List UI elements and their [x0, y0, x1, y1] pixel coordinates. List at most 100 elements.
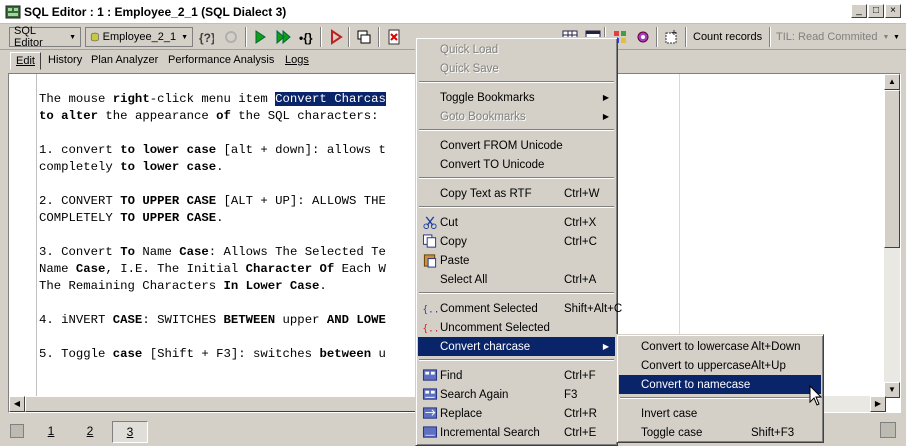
menu-item-uncomment-selected[interactable]: {..}Uncomment Selected: [418, 318, 615, 337]
code-token: right: [112, 92, 150, 106]
tab-label: Performance Analysis: [168, 54, 275, 66]
menu-item-convert-charcase[interactable]: Convert charcase ▶: [418, 337, 615, 356]
menu-item-label: Quick Save: [440, 62, 499, 75]
menu-item-shortcut: Alt+Up: [751, 359, 786, 372]
help-query-button[interactable]: {?}: [198, 27, 214, 47]
vertical-scroll-thumb[interactable]: [884, 90, 900, 248]
database-dropdown[interactable]: Employee_2_1 ▼: [85, 27, 193, 47]
menu-item-invert-case[interactable]: Invert case: [619, 404, 821, 423]
menu-item-label: Convert to lowercase: [641, 340, 750, 353]
menu-item-convert-to-lowercase[interactable]: Convert to lowercase Alt+Down: [619, 337, 821, 356]
tab-plan-analyzer[interactable]: Plan Analyzer: [86, 52, 163, 70]
settings-button[interactable]: [635, 27, 651, 47]
code-token: of: [216, 109, 231, 123]
code-token: : SWITCHES: [142, 313, 224, 327]
count-records-button[interactable]: Count records: [693, 27, 762, 47]
code-token: -click menu item: [149, 92, 276, 106]
menu-item-convert-to-namecase[interactable]: Convert to namecase: [619, 375, 821, 394]
menu-item-convert-from-unicode[interactable]: Convert FROM Unicode: [418, 136, 615, 155]
comment-icon: {..}: [423, 304, 439, 315]
toolbar-separator: [348, 27, 350, 47]
menu-item-toggle-case[interactable]: Toggle case Shift+F3: [619, 423, 821, 442]
menu-separator: [419, 81, 614, 83]
menu-item-label: Copy Text as RTF: [440, 187, 532, 200]
tab-history[interactable]: History: [43, 52, 87, 70]
help-query-icon: {?}: [199, 31, 214, 45]
convert-charcase-submenu: Convert to lowercase Alt+Down Convert to u…: [616, 334, 824, 443]
menu-item-copy[interactable]: Copy Ctrl+C: [418, 232, 615, 251]
page-tab-1[interactable]: 1: [33, 421, 69, 443]
scroll-down-button[interactable]: ▼: [884, 382, 900, 398]
tab-edit[interactable]: Edit: [10, 52, 41, 70]
menu-item-search-again[interactable]: Search Again F3: [418, 385, 615, 404]
page-tab-3[interactable]: 3: [112, 421, 148, 443]
menu-item-paste[interactable]: Paste: [418, 251, 615, 270]
til-dropdown[interactable]: TIL: Read Commited ▼: [776, 27, 889, 47]
code-token: case: [112, 347, 143, 361]
format-code-button[interactable]: •{}: [298, 27, 314, 47]
scroll-up-button[interactable]: ▲: [884, 74, 900, 90]
menu-separator: [419, 292, 614, 294]
menu-item-label: Search Again: [440, 388, 509, 401]
menu-item-select-all[interactable]: Select All Ctrl+A: [418, 270, 615, 289]
close-page-icon[interactable]: [880, 422, 896, 438]
maximize-button[interactable]: □: [868, 4, 884, 18]
menu-item-label: Toggle case: [641, 426, 703, 439]
chevron-down-icon: ▼: [893, 33, 900, 41]
incremental-search-icon: [422, 426, 438, 438]
document-close-button[interactable]: [386, 27, 402, 47]
vertical-scrollbar[interactable]: ▲ ▼: [884, 74, 900, 398]
menu-item-label: Copy: [440, 235, 467, 248]
code-token: upper: [275, 313, 327, 327]
toolbar-overflow-button[interactable]: ▼: [893, 27, 900, 47]
stop-button[interactable]: [328, 27, 344, 47]
toolbar-separator: [245, 27, 247, 47]
code-token: to lower case: [120, 143, 217, 157]
til-label: TIL: Read Commited: [776, 31, 878, 43]
minimize-button[interactable]: _: [851, 4, 867, 18]
menu-item-quick-load[interactable]: Quick Load: [418, 40, 615, 59]
menu-item-label: Convert to namecase: [641, 378, 751, 391]
close-button[interactable]: ×: [885, 4, 901, 18]
execute-script-button[interactable]: [275, 27, 291, 47]
chevron-down-icon: ▼: [69, 33, 76, 41]
menu-item-shortcut: Shift+Alt+C: [564, 302, 623, 315]
menu-item-find[interactable]: Find Ctrl+F: [418, 366, 615, 385]
window-title: SQL Editor : 1 : Employee_2_1 (SQL Diale…: [24, 5, 287, 19]
menu-item-convert-to-unicode[interactable]: Convert TO Unicode: [418, 155, 615, 174]
sql-editor-dropdown[interactable]: SQL Editor ▼: [9, 25, 81, 49]
menu-item-incremental-search[interactable]: Incremental Search Ctrl+E: [418, 423, 615, 442]
code-token: Case: [75, 262, 106, 276]
transaction-icon: [665, 30, 677, 44]
page-tab-2[interactable]: 2: [72, 421, 108, 443]
menu-item-cut[interactable]: Cut Ctrl+X: [418, 213, 615, 232]
menu-item-replace[interactable]: Replace Ctrl+R: [418, 404, 615, 423]
menu-item-label: Replace: [440, 407, 483, 420]
menu-item-convert-to-uppercase[interactable]: Convert to uppercase Alt+Up: [619, 356, 821, 375]
menu-item-comment-selected[interactable]: {..}Comment Selected Shift+Alt+C: [418, 299, 623, 318]
menu-separator: [419, 359, 614, 361]
code-token: In Lower Case: [223, 279, 320, 293]
code-token: 1. convert: [39, 143, 121, 157]
code-token: AND LOWE: [326, 313, 386, 327]
menu-item-goto-bookmarks[interactable]: Goto Bookmarks ▶: [418, 107, 615, 126]
play-icon: [255, 30, 266, 44]
tab-logs[interactable]: Logs: [280, 52, 314, 70]
code-token: 2. CONVERT: [39, 194, 121, 208]
disabled-tool-button[interactable]: [223, 27, 239, 47]
menu-item-quick-save[interactable]: Quick Save: [418, 59, 615, 78]
scroll-left-button[interactable]: ◀: [9, 396, 25, 412]
copy-window-button[interactable]: [356, 27, 372, 47]
code-token: 4. iNVERT: [39, 313, 113, 327]
arrow-down-icon: ▼: [888, 385, 896, 394]
horizontal-scroll-thumb[interactable]: [25, 396, 425, 412]
menu-item-copy-text-as-rtf[interactable]: Copy Text as RTF Ctrl+W: [418, 184, 615, 203]
transaction-button[interactable]: [663, 27, 679, 47]
selected-text: Convert Charcas: [275, 92, 386, 106]
scroll-right-button[interactable]: ▶: [870, 396, 886, 412]
tab-performance-analysis[interactable]: Performance Analysis: [163, 52, 279, 70]
menu-item-toggle-bookmarks[interactable]: Toggle Bookmarks ▶: [418, 88, 615, 107]
menu-item-label: Goto Bookmarks: [440, 110, 526, 123]
execute-button[interactable]: [252, 27, 268, 47]
menu-item-shortcut: Ctrl+W: [564, 187, 600, 200]
